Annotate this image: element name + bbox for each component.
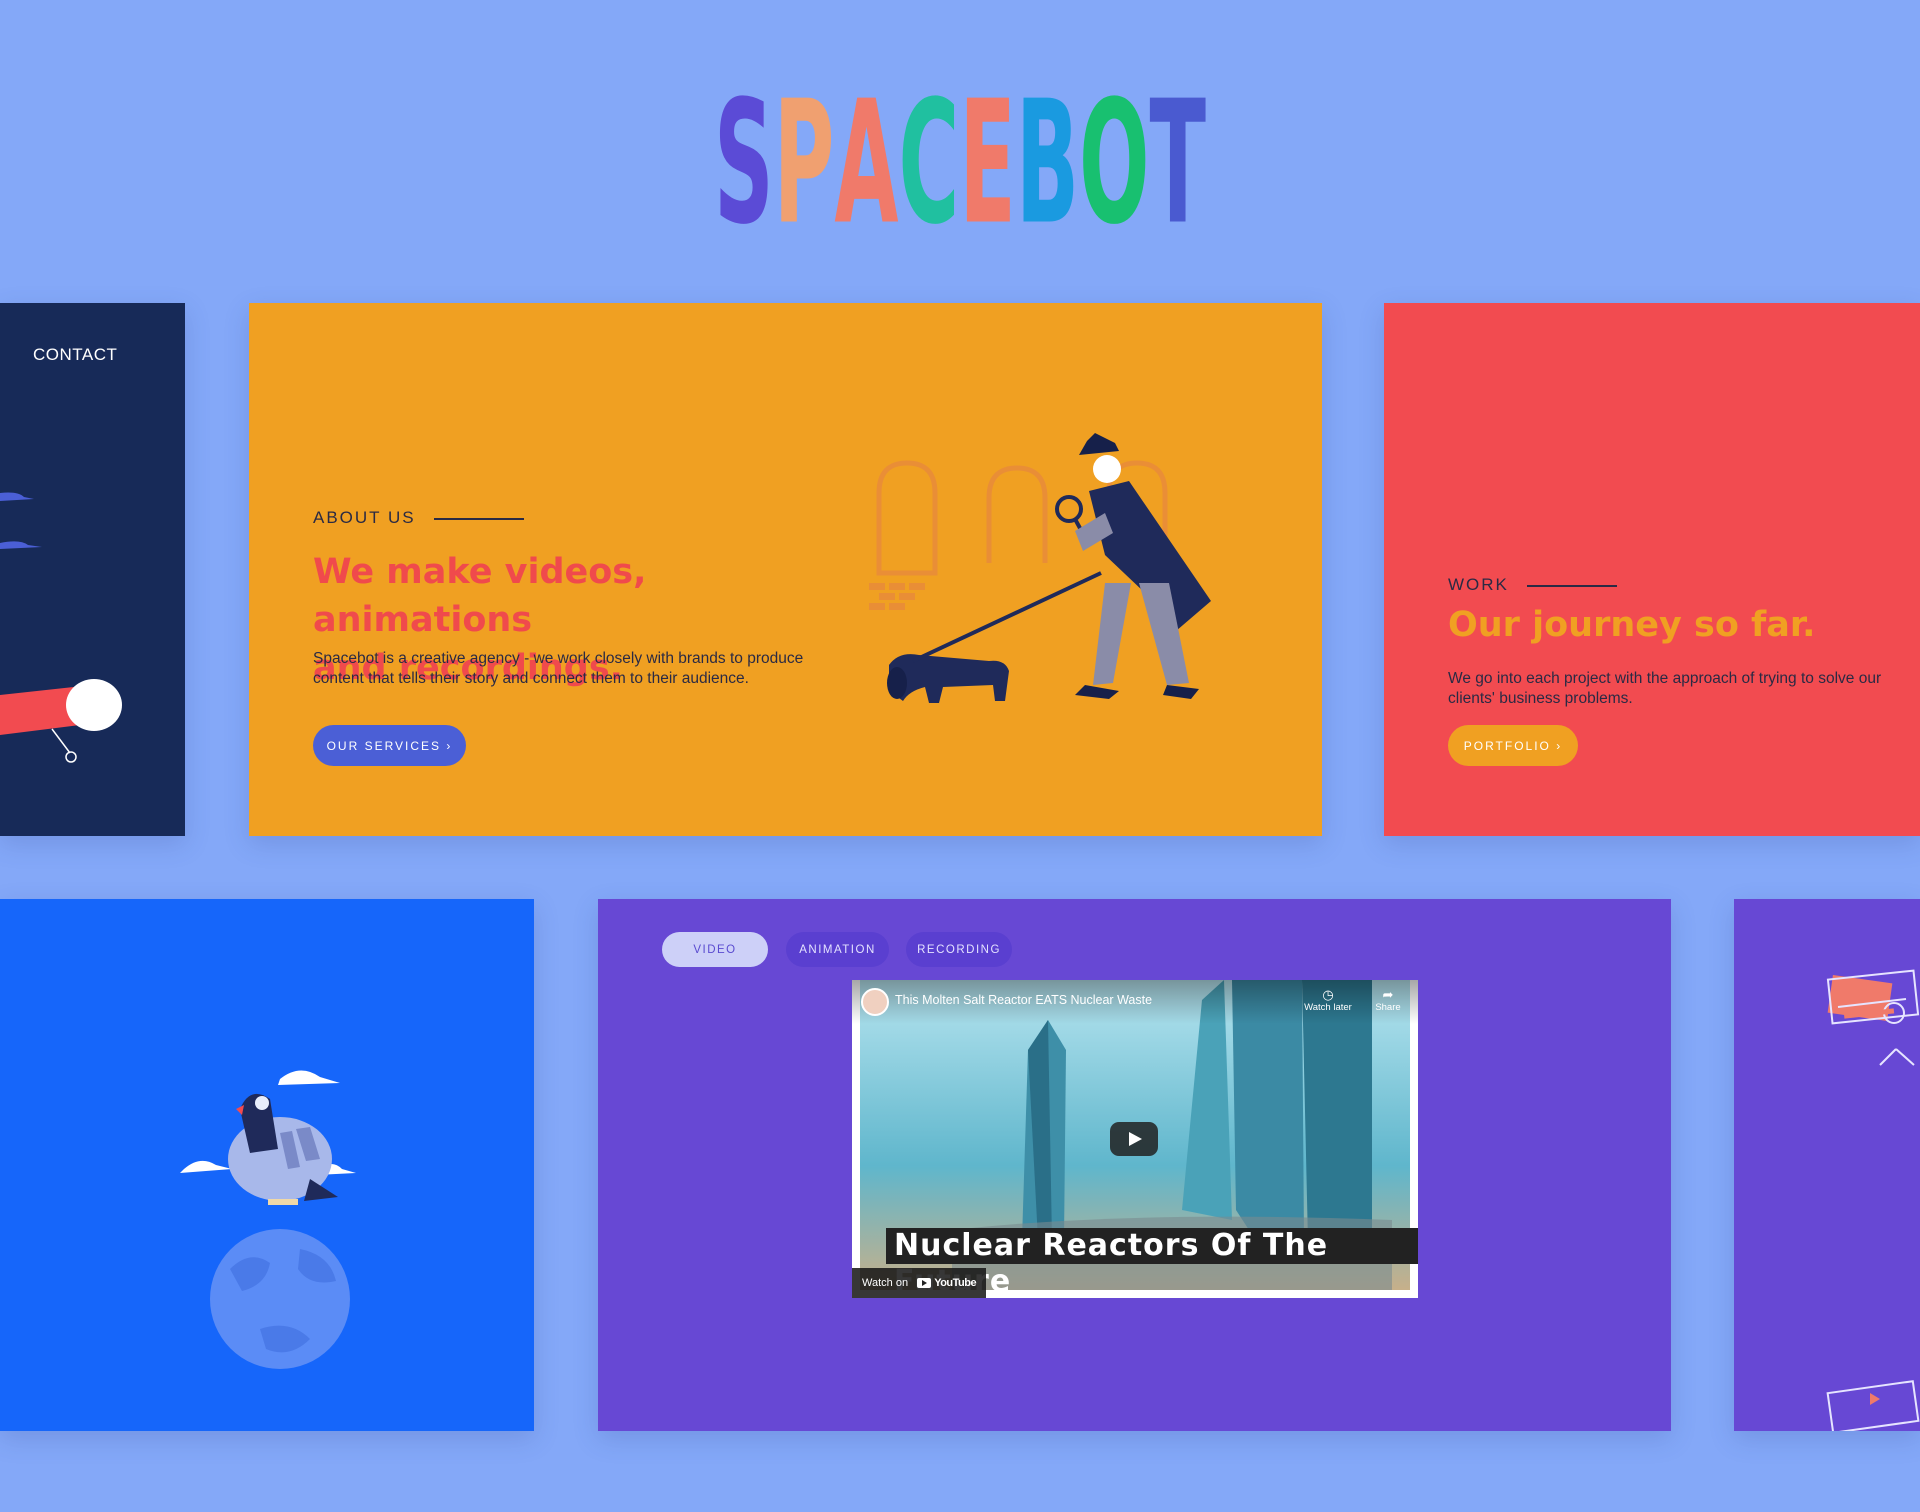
work-headline: Our journey so far.: [1448, 605, 1816, 645]
play-icon: [1129, 1132, 1142, 1146]
work-card: WORK Our journey so far. We go into each…: [1384, 303, 1920, 836]
work-eyebrow: WORK: [1448, 575, 1617, 595]
tab-video[interactable]: VIDEO: [662, 932, 768, 967]
watch-later-label: Watch later: [1304, 1002, 1352, 1013]
about-card: ABOUT US We make videos, animations and …: [249, 303, 1322, 836]
nav-contact-link[interactable]: CONTACT: [33, 345, 117, 365]
watch-later-button[interactable]: ◷ Watch later: [1304, 987, 1352, 1014]
projector-illustration: [1826, 969, 1920, 1431]
watch-on-label: Watch on: [862, 1277, 909, 1289]
recording-card: [1734, 899, 1920, 1431]
play-button[interactable]: [1110, 1122, 1158, 1156]
share-arrow-icon: ➦: [1382, 987, 1394, 1002]
logo-letter: S: [714, 64, 774, 240]
work-eyebrow-text: WORK: [1448, 575, 1509, 594]
video-caption: Nuclear Reactors Of The Future: [886, 1228, 1418, 1298]
youtube-logo-icon: [917, 1278, 932, 1289]
work-description: We go into each project with the approac…: [1448, 670, 1882, 707]
channel-avatar[interactable]: [861, 988, 889, 1016]
svg-text:SPACEBOT: SPACEBOT: [714, 64, 1206, 240]
contact-card: [0, 303, 185, 836]
contact-illustration: [0, 492, 122, 763]
pigeon-globe-illustration: [180, 1070, 356, 1369]
watch-on-youtube-link[interactable]: Watch on YouTube: [852, 1268, 987, 1298]
tab-animation[interactable]: ANIMATION: [786, 932, 889, 967]
about-eyebrow: ABOUT US: [313, 508, 524, 528]
clock-icon: ◷: [1322, 987, 1334, 1002]
video-title[interactable]: This Molten Salt Reactor EATS Nuclear Wa…: [895, 993, 1152, 1007]
portfolio-button[interactable]: PORTFOLIO ›: [1448, 725, 1578, 766]
pigeon-card: [0, 899, 534, 1431]
logo-letter: T: [1149, 64, 1206, 240]
share-button[interactable]: ➦ Share: [1368, 987, 1408, 1014]
logo-letter: A: [834, 64, 898, 240]
spacebot-logo[interactable]: SPACEBOT: [710, 60, 1210, 240]
logo-letter: P: [774, 64, 835, 240]
logo-letter: E: [959, 64, 1016, 240]
logo-letter: O: [1079, 64, 1149, 240]
about-eyebrow-text: ABOUT US: [313, 508, 416, 527]
logo-letter: B: [1016, 64, 1079, 240]
youtube-brand-label: YouTube: [934, 1277, 977, 1289]
detective-illustration: [869, 433, 1211, 703]
eyebrow-divider: [1526, 585, 1617, 587]
youtube-video-player[interactable]: This Molten Salt Reactor EATS Nuclear Wa…: [852, 980, 1418, 1298]
share-label: Share: [1375, 1002, 1401, 1013]
tab-recording[interactable]: RECORDING: [906, 932, 1012, 967]
about-headline-line1: We make videos, animations: [313, 552, 647, 640]
our-services-button[interactable]: OUR SERVICES ›: [313, 725, 466, 766]
about-description: Spacebot is a creative agency - we work …: [313, 650, 804, 687]
logo-letter: C: [899, 64, 960, 240]
eyebrow-divider: [433, 518, 524, 520]
